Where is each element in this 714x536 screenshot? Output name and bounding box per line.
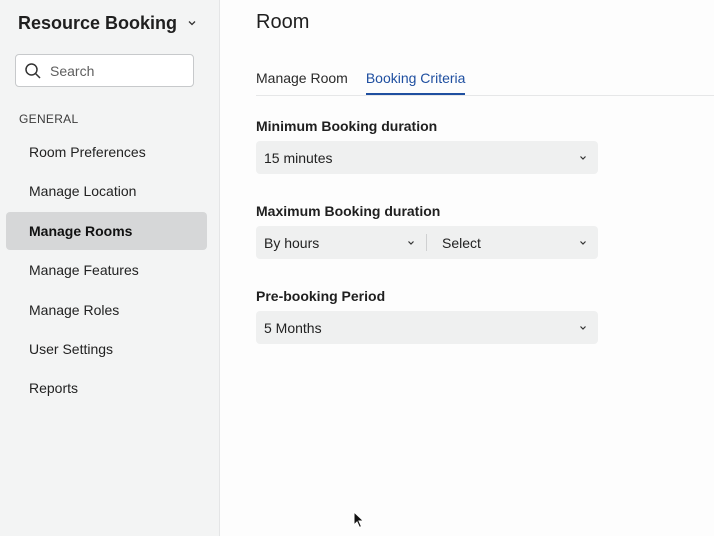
chevron-down-icon — [187, 18, 197, 28]
max-duration-label: Maximum Booking duration — [256, 203, 441, 219]
sidebar-item-label: Manage Roles — [29, 301, 120, 318]
sidebar-item-manage-location[interactable]: Manage Location — [6, 172, 207, 210]
max-duration-unit-value: By hours — [264, 234, 320, 251]
sidebar-nav: Room Preferences Manage Location Manage … — [6, 133, 207, 409]
pre-booking-value: 5 Months — [264, 319, 322, 336]
max-duration-amount-value: Select — [442, 234, 481, 251]
app-switcher[interactable]: Resource Booking — [18, 12, 197, 34]
sidebar-item-label: Manage Rooms — [29, 222, 133, 239]
search-icon — [24, 62, 42, 80]
tab-booking-criteria[interactable]: Booking Criteria — [365, 66, 465, 95]
sidebar-item-label: Room Preferences — [29, 144, 146, 160]
page-title: Room — [256, 11, 310, 33]
pre-booking-label: Pre-booking Period — [256, 288, 386, 304]
tab-manage-room[interactable]: Manage Room — [256, 66, 348, 94]
sidebar: Resource Booking GENERAL Room Preference… — [0, 0, 220, 536]
chevron-down-icon — [578, 153, 588, 163]
chevron-down-icon — [406, 238, 416, 248]
min-duration-select[interactable]: 15 minutes — [256, 141, 598, 174]
sidebar-item-manage-features[interactable]: Manage Features — [6, 251, 207, 289]
sidebar-item-label: Manage Location — [29, 183, 137, 200]
chevron-down-icon — [578, 238, 588, 248]
sidebar-item-manage-rooms[interactable]: Manage Rooms — [6, 211, 207, 250]
max-duration-select-group: By hours Select — [256, 226, 598, 259]
app-title: Resource Booking — [18, 12, 178, 33]
sidebar-item-label: Manage Features — [29, 262, 139, 279]
sidebar-item-manage-roles[interactable]: Manage Roles — [6, 291, 207, 329]
section-label-general: GENERAL — [19, 112, 79, 126]
pre-booking-select[interactable]: 5 Months — [256, 311, 598, 344]
search-box[interactable] — [15, 54, 194, 87]
sidebar-item-label: User Settings — [29, 340, 114, 357]
sidebar-item-user-settings[interactable]: User Settings — [6, 330, 207, 368]
sidebar-item-room-preferences[interactable]: Room Preferences — [6, 133, 207, 171]
chevron-down-icon — [578, 323, 588, 333]
mouse-cursor-icon — [353, 510, 365, 529]
sidebar-item-label: Reports — [29, 380, 79, 397]
main-content: Room Manage Room Booking Criteria Minimu… — [220, 0, 714, 536]
search-input[interactable] — [48, 61, 182, 80]
min-duration-value: 15 minutes — [264, 149, 333, 166]
tab-bar: Manage Room Booking Criteria — [256, 66, 714, 96]
sidebar-item-reports[interactable]: Reports — [6, 369, 207, 407]
max-duration-unit-select[interactable]: By hours — [256, 234, 427, 251]
min-duration-label: Minimum Booking duration — [256, 118, 438, 134]
max-duration-amount-select[interactable]: Select — [427, 226, 598, 259]
